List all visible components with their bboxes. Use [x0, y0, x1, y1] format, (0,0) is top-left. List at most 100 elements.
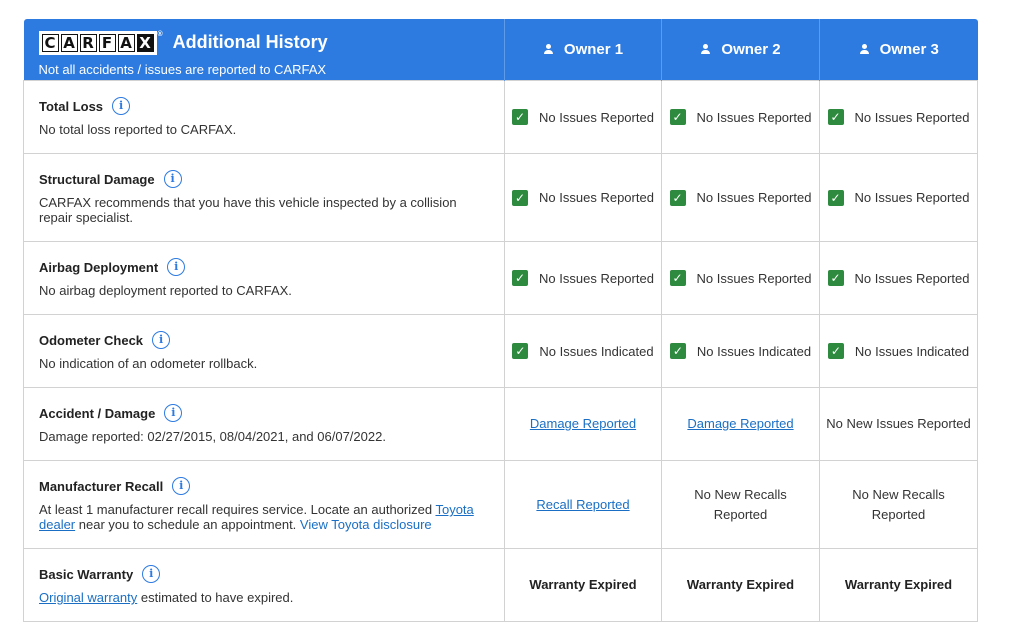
owner-status-cell: ✓ No Issues Reported	[819, 153, 978, 242]
status-text: No Issues Reported	[854, 109, 970, 125]
info-icon[interactable]: i	[112, 97, 131, 115]
owner-status-cell: No New Issues Reported	[819, 387, 978, 461]
owner-status-cell: ✓ No Issues Reported	[504, 241, 662, 315]
damage-reported-link[interactable]: Damage Reported	[687, 416, 793, 431]
owner-status-cell: ✓ No Issues Reported	[819, 241, 978, 315]
info-icon[interactable]: i	[172, 477, 191, 495]
history-row-airbag: Airbag Deployment i No airbag deployment …	[23, 241, 978, 315]
owner-label: Owner 1	[563, 41, 624, 58]
status-text: Warranty Expired	[529, 577, 637, 592]
header-row: CARFAX ® Additional History Not all acci…	[23, 19, 978, 81]
owner-column-3: Owner 3	[819, 19, 978, 81]
status-text: No New Recalls Reported	[694, 486, 787, 522]
logo-letter: X	[136, 33, 154, 52]
info-icon[interactable]: i	[163, 170, 182, 188]
carfax-logo: CARFAX	[38, 30, 157, 55]
row-label: Accident / Damage	[39, 405, 156, 421]
recall-text: At least 1 manufacturer recall requires …	[39, 502, 436, 517]
status-text: No Issues Indicated	[539, 343, 654, 359]
status-text: No Issues Reported	[696, 270, 812, 286]
history-row-odometer: Odometer Check i No indication of an odom…	[23, 314, 978, 388]
row-label: Airbag Deployment	[39, 259, 159, 275]
header-title-cell: CARFAX ® Additional History Not all acci…	[23, 19, 505, 81]
owner-status-cell: Recall Reported	[504, 460, 662, 549]
person-icon	[700, 44, 711, 55]
status-text: Warranty Expired	[686, 577, 795, 592]
owner-status-cell: Damage Reported	[661, 387, 820, 461]
status-text: No Issues Reported	[854, 190, 970, 205]
logo-letter: F	[98, 33, 116, 52]
check-icon: ✓	[512, 270, 529, 286]
toyota-disclosure-link[interactable]: View Toyota disclosure	[300, 517, 432, 532]
damage-reported-link[interactable]: Damage Reported	[530, 416, 636, 431]
owner-status-cell: Warranty Expired	[819, 548, 978, 622]
page-subtitle: Not all accidents / issues are reported …	[38, 61, 327, 77]
row-description: No indication of an odometer rollback.	[39, 356, 258, 371]
owner-status-cell: ✓ No Issues Reported	[819, 80, 978, 154]
owner-status-cell: ✓ No Issues Indicated	[819, 314, 978, 388]
page-title: Additional History	[172, 32, 328, 52]
owner-status-cell: Warranty Expired	[504, 548, 662, 622]
status-text: No New Recalls Reported	[852, 486, 945, 522]
row-label-cell: Airbag Deployment i No airbag deployment …	[23, 241, 505, 315]
status-text: No Issues Reported	[539, 190, 654, 205]
recall-text: near you to schedule an appointment.	[75, 517, 300, 532]
owner-label: Owner 3	[879, 41, 939, 58]
owner-status-cell: ✓ No Issues Indicated	[661, 314, 820, 388]
owner-status-cell: ✓ No Issues Reported	[661, 80, 820, 154]
check-icon: ✓	[827, 189, 844, 206]
history-row-total-loss: Total Loss i No total loss reported to CA…	[23, 80, 978, 154]
check-icon: ✓	[669, 270, 686, 286]
owner-status-cell: ✓ No Issues Reported	[661, 153, 820, 242]
row-label: Odometer Check	[39, 332, 144, 348]
check-icon: ✓	[669, 109, 686, 125]
check-icon: ✓	[827, 270, 844, 286]
row-label: Total Loss	[39, 98, 104, 114]
status-text: No Issues Reported	[854, 270, 970, 286]
status-text: No Issues Indicated	[696, 343, 812, 359]
check-icon: ✓	[512, 189, 529, 206]
logo-letter: C	[41, 33, 59, 52]
original-warranty-link[interactable]: Original warranty	[39, 590, 137, 605]
info-icon[interactable]: i	[142, 565, 161, 583]
history-row-basic-warranty: Basic Warranty i Original warranty estima…	[23, 548, 978, 622]
owner-status-cell: ✓ No Issues Indicated	[504, 314, 662, 388]
owner-status-cell: Damage Reported	[504, 387, 662, 461]
check-icon: ✓	[512, 109, 529, 125]
owner-column-2: Owner 2	[661, 19, 820, 81]
recall-reported-link[interactable]: Recall Reported	[536, 497, 629, 512]
owner-column-1: Owner 1	[504, 19, 662, 81]
row-description: Damage reported: 02/27/2015, 08/04/2021,…	[39, 429, 386, 444]
status-text: No Issues Reported	[696, 109, 812, 125]
check-icon: ✓	[827, 109, 844, 125]
status-text: No Issues Reported	[696, 190, 812, 205]
info-icon[interactable]: i	[152, 331, 171, 349]
row-label-cell: Odometer Check i No indication of an odom…	[23, 314, 505, 388]
status-text: No Issues Reported	[539, 109, 654, 125]
status-text: Warranty Expired	[844, 577, 953, 592]
row-description: Original warranty estimated to have expi…	[39, 590, 489, 605]
owner-status-cell: ✓ No Issues Reported	[661, 241, 820, 315]
history-row-accident-damage: Accident / Damage i Damage reported: 02/2…	[23, 387, 978, 461]
owner-status-cell: Warranty Expired	[661, 548, 820, 622]
info-icon[interactable]: i	[164, 404, 183, 422]
history-row-structural-damage: Structural Damage i CARFAX recommends tha…	[23, 153, 978, 242]
check-icon: ✓	[512, 343, 529, 359]
row-description: No airbag deployment reported to CARFAX.	[39, 283, 292, 298]
additional-history-panel: CARFAX ® Additional History Not all acci…	[23, 19, 978, 622]
warranty-text: estimated to have expired.	[137, 590, 294, 605]
owner-status-cell: No New Recalls Reported	[819, 460, 978, 549]
row-label-cell: Accident / Damage i Damage reported: 02/2…	[23, 387, 505, 461]
info-icon[interactable]: i	[167, 258, 186, 276]
status-text: No New Issues Reported	[826, 416, 971, 431]
owner-status-cell: ✓ No Issues Reported	[504, 153, 662, 242]
row-label-cell: Structural Damage i CARFAX recommends tha…	[23, 153, 505, 242]
owner-status-cell: No New Recalls Reported	[661, 460, 820, 549]
status-text: No Issues Reported	[539, 270, 654, 286]
row-description: At least 1 manufacturer recall requires …	[39, 502, 489, 532]
row-label-cell: Total Loss i No total loss reported to CA…	[23, 80, 505, 154]
check-icon: ✓	[827, 343, 844, 359]
row-label: Structural Damage	[39, 171, 155, 187]
logo-letter: A	[117, 33, 135, 52]
history-row-manufacturer-recall: Manufacturer Recall i At least 1 manufact…	[23, 460, 978, 549]
